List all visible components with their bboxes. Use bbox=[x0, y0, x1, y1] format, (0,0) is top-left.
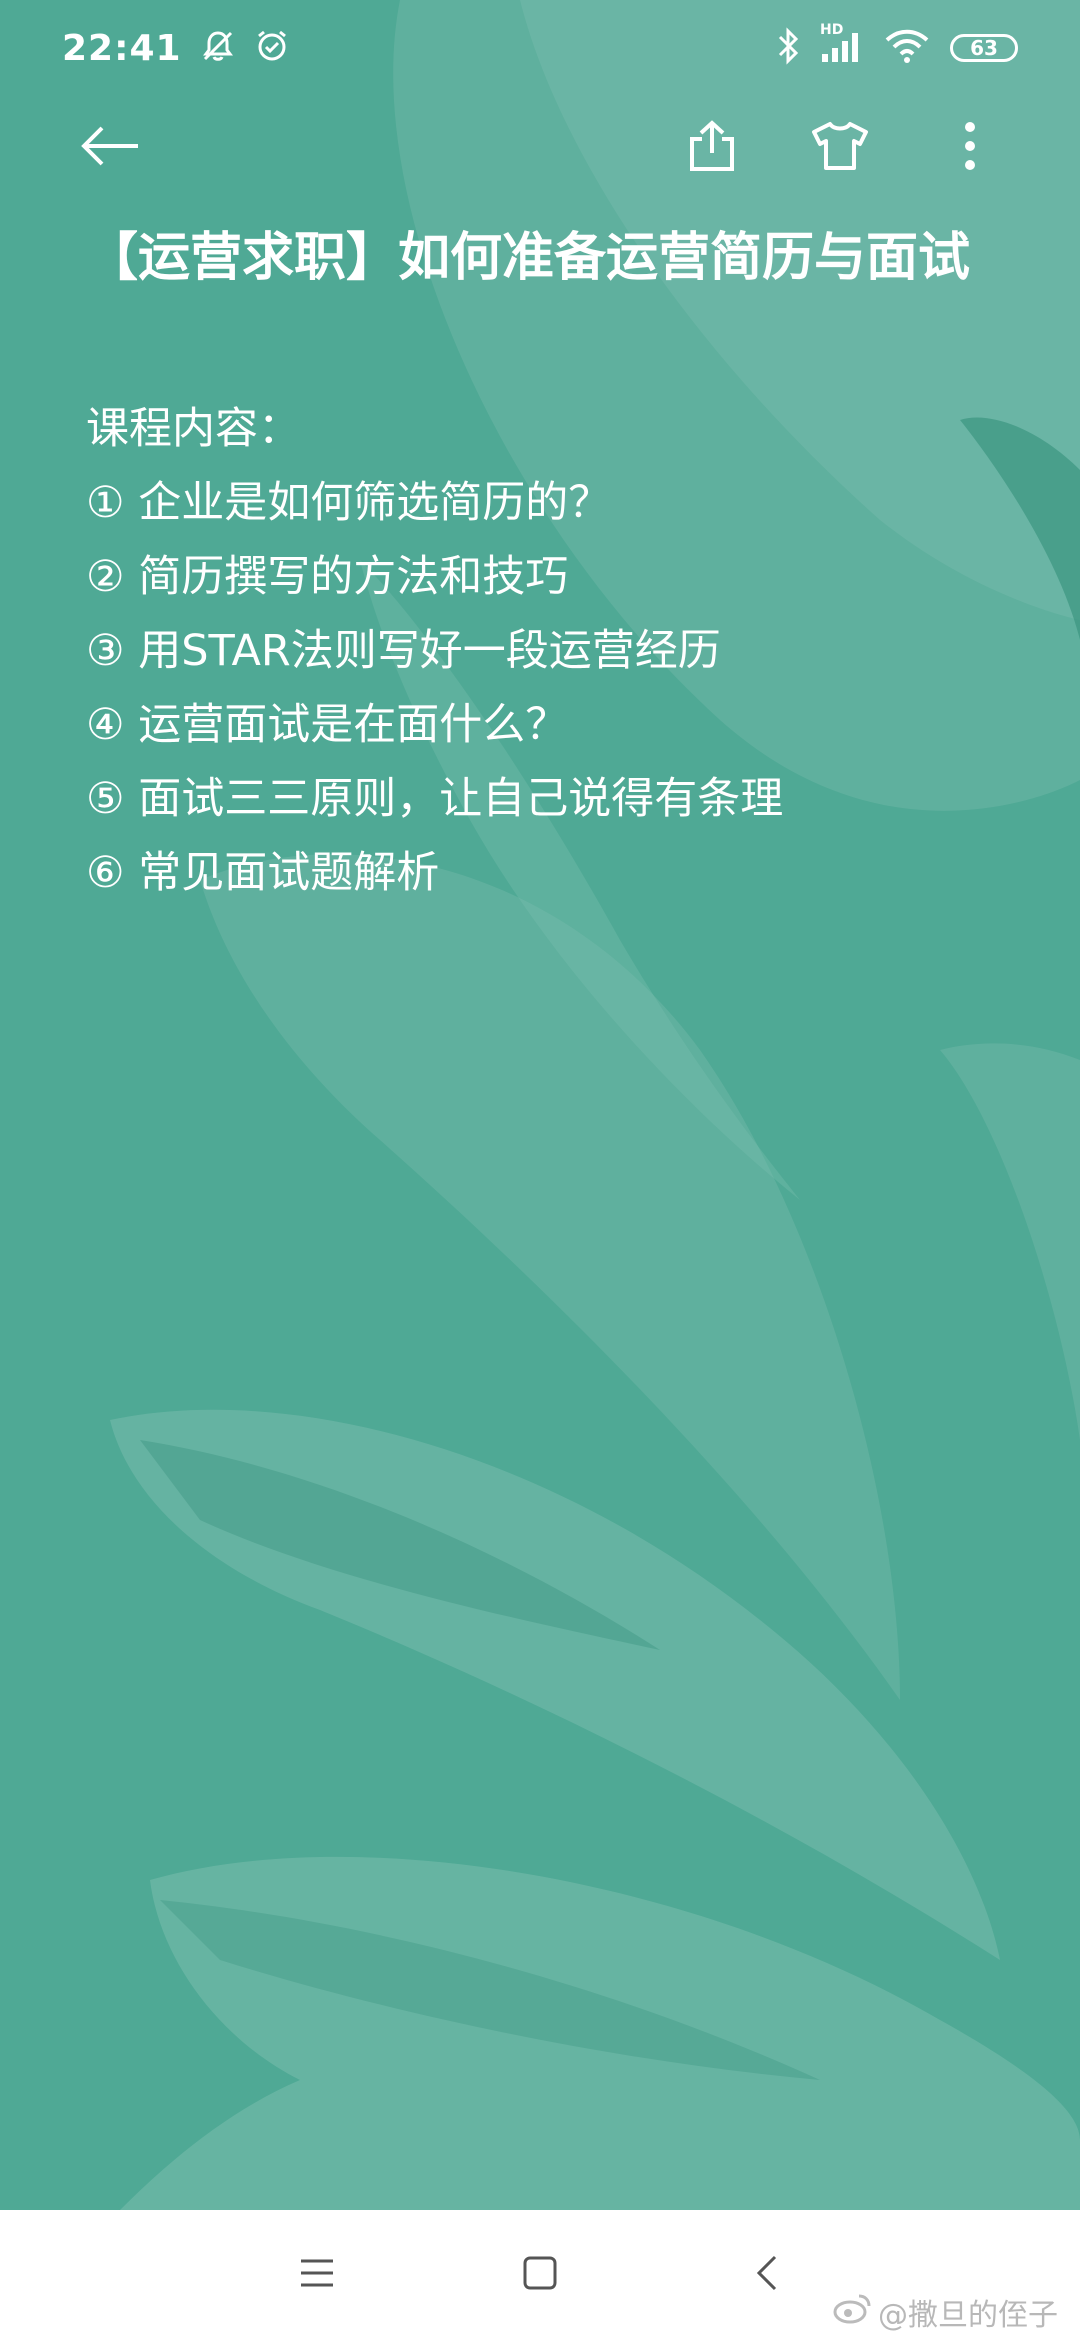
network-label: HD bbox=[820, 22, 844, 38]
note-body[interactable]: 课程内容： ① 企业是如何筛选简历的？ ② 简历撰写的方法和技巧 ③ 用STAR… bbox=[86, 392, 1046, 910]
leaf-background-illustration bbox=[0, 0, 1080, 2210]
list-item: ④ 运营面试是在面什么？ bbox=[86, 700, 569, 750]
chevron-left-icon bbox=[755, 2254, 779, 2296]
status-right: HD 63 bbox=[776, 22, 1018, 69]
alarm-icon bbox=[254, 28, 290, 68]
more-vertical-icon bbox=[963, 120, 977, 176]
notifications-muted-icon bbox=[200, 28, 236, 68]
menu-icon bbox=[299, 2257, 335, 2293]
list-item: ⑥ 常见面试题解析 bbox=[86, 848, 440, 898]
more-options-button[interactable] bbox=[932, 110, 1008, 186]
weibo-icon bbox=[832, 2292, 872, 2332]
list-item: ① 企业是如何筛选简历的？ bbox=[86, 478, 612, 528]
watermark: @撒旦的侄子 bbox=[832, 2290, 1058, 2334]
theme-button[interactable] bbox=[802, 110, 878, 186]
note-title[interactable]: 【运营求职】如何准备运营简历与面试 bbox=[86, 222, 1046, 294]
recent-apps-button[interactable] bbox=[282, 2240, 352, 2310]
toolbar bbox=[0, 110, 1080, 186]
share-button[interactable] bbox=[674, 110, 750, 186]
list-item: ⑤ 面试三三原则，让自己说得有条理 bbox=[86, 774, 784, 824]
signal-icon: HD bbox=[820, 22, 864, 68]
status-bar: 22:41 HD 63 bbox=[0, 0, 1080, 96]
status-time: 22:41 bbox=[62, 27, 182, 69]
watermark-text: @撒旦的侄子 bbox=[878, 2298, 1058, 2333]
arrow-left-icon bbox=[78, 124, 142, 172]
status-left: 22:41 bbox=[62, 28, 290, 69]
square-icon bbox=[522, 2255, 558, 2295]
share-icon bbox=[687, 119, 737, 177]
list-item: ③ 用STAR法则写好一段运营经历 bbox=[86, 626, 721, 676]
battery-indicator: 63 bbox=[950, 34, 1018, 62]
back-button[interactable] bbox=[72, 110, 148, 186]
back-nav-button[interactable] bbox=[732, 2240, 802, 2310]
bluetooth-icon bbox=[776, 27, 800, 69]
wifi-icon bbox=[884, 28, 930, 68]
tshirt-icon bbox=[810, 120, 870, 176]
list-item: ② 简历撰写的方法和技巧 bbox=[86, 552, 569, 602]
note-heading: 课程内容： bbox=[86, 404, 301, 454]
home-button[interactable] bbox=[505, 2240, 575, 2310]
